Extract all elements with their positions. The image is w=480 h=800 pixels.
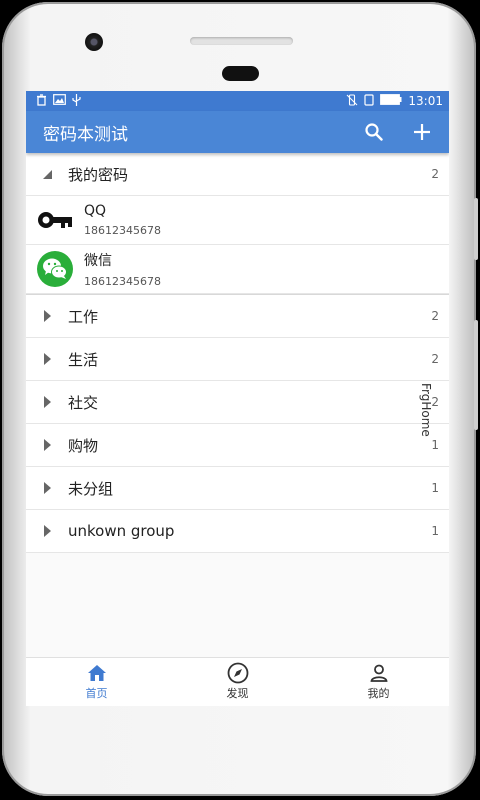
group-label: 我的密码 [68, 165, 129, 184]
expanded-arrow-icon [40, 168, 54, 180]
collapsed-arrow-icon [40, 352, 54, 366]
entry-name: QQ [84, 203, 107, 219]
group-label: 社交 [68, 393, 99, 412]
nav-home[interactable]: 首页 [26, 658, 167, 706]
group-count: 1 [431, 524, 439, 538]
wechat-icon [36, 250, 74, 288]
search-icon [365, 123, 383, 141]
power-button [474, 198, 478, 260]
bottom-navigation: 首页 发现 我的 [26, 657, 449, 706]
sim-icon [364, 93, 375, 109]
collapsed-arrow-icon [40, 438, 54, 452]
nav-mine[interactable]: 我的 [308, 658, 449, 706]
nav-label: 发现 [226, 687, 249, 700]
group-row-my-passwords[interactable]: 我的密码 2 [26, 153, 449, 196]
collapsed-arrow-icon [40, 309, 54, 323]
group-label: unkown group [68, 522, 175, 540]
user-icon [369, 663, 389, 683]
image-icon [53, 94, 66, 108]
search-button[interactable] [361, 119, 387, 145]
group-row-ungrouped[interactable]: 未分组 1 [26, 467, 449, 510]
status-bar: 13:01 [26, 91, 449, 111]
collapsed-arrow-icon [40, 524, 54, 538]
group-label: 未分组 [68, 479, 114, 498]
add-button[interactable] [409, 119, 435, 145]
group-count: 1 [431, 438, 439, 452]
battery-icon [380, 94, 402, 108]
group-label: 工作 [68, 307, 99, 326]
home-icon [87, 663, 107, 683]
plus-icon [414, 124, 430, 140]
collapsed-arrow-icon [40, 395, 54, 409]
group-label: 购物 [68, 436, 99, 455]
password-entry-qq[interactable]: QQ 18612345678 [26, 196, 449, 245]
group-count: 2 [431, 352, 439, 366]
password-group-list: 我的密码 2 QQ 18612345678 微信 18612345678 工作 [26, 153, 449, 553]
group-row-unknown[interactable]: unkown group 1 [26, 510, 449, 553]
group-count: 1 [431, 481, 439, 495]
group-count: 2 [431, 167, 439, 181]
entry-name: 微信 [84, 253, 112, 269]
nav-label: 我的 [367, 687, 390, 700]
clock-time: 13:01 [408, 94, 443, 108]
group-row-work[interactable]: 工作 2 [26, 294, 449, 338]
nav-discover[interactable]: 发现 [167, 658, 308, 706]
group-row-shopping[interactable]: 购物 1 [26, 424, 449, 467]
front-camera [85, 33, 103, 51]
group-label: 生活 [68, 350, 99, 369]
volume-button [474, 320, 478, 430]
debug-page-label: FrgHome [419, 383, 433, 437]
key-icon [36, 201, 74, 239]
app-bar: 密码本测试 [26, 111, 449, 153]
vibrate-icon [346, 93, 358, 109]
group-row-social[interactable]: 社交 2 [26, 381, 449, 424]
entry-phone: 18612345678 [84, 275, 161, 288]
password-entry-wechat[interactable]: 微信 18612345678 [26, 245, 449, 294]
entry-phone: 18612345678 [84, 224, 161, 237]
earpiece-speaker [190, 37, 293, 45]
trash-icon [36, 93, 47, 109]
nav-label: 首页 [85, 687, 108, 700]
compass-icon [227, 662, 249, 684]
app-title: 密码本测试 [43, 124, 128, 145]
group-row-life[interactable]: 生活 2 [26, 338, 449, 381]
screen: 13:01 密码本测试 我的密码 2 QQ 18612345678 微信 186… [26, 91, 449, 706]
usb-icon [72, 93, 81, 109]
collapsed-arrow-icon [40, 481, 54, 495]
group-count: 2 [431, 309, 439, 323]
proximity-sensor [222, 66, 259, 81]
